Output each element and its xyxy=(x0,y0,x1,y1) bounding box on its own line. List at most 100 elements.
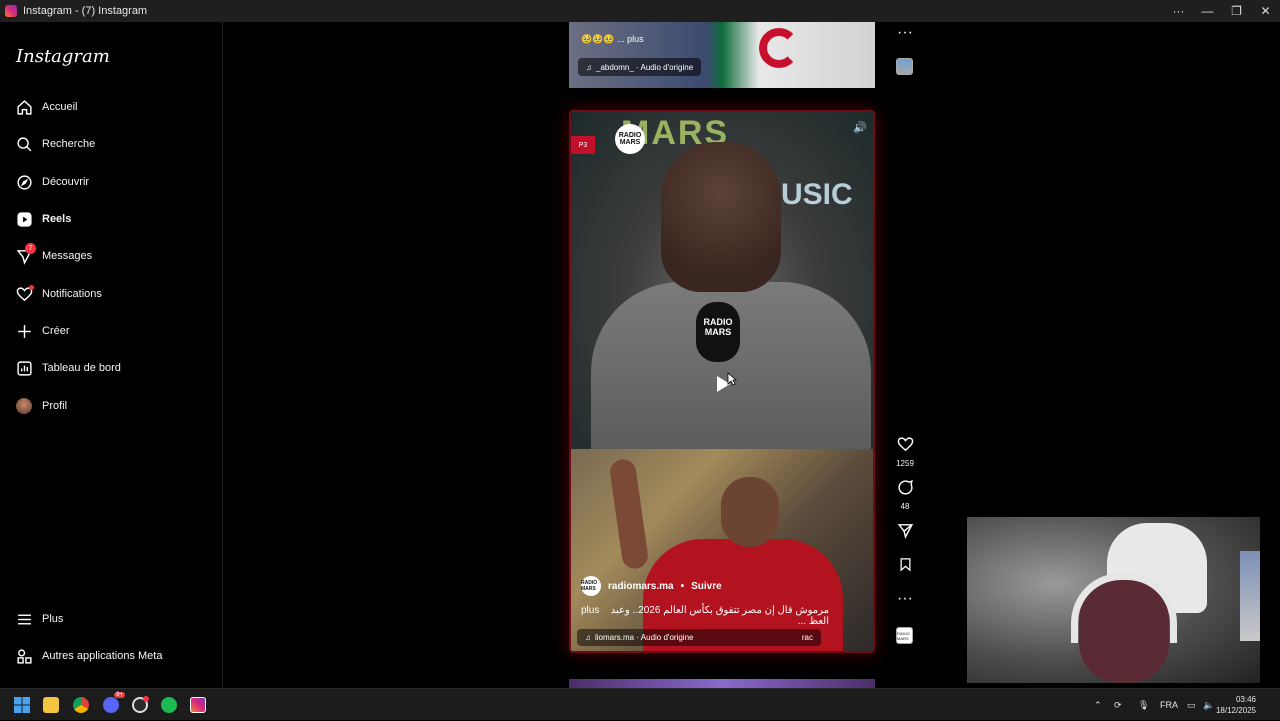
instagram-app-icon xyxy=(5,5,17,17)
reel-caption[interactable]: plus مرموش قال إن مصر تتفوق بكأس العالم … xyxy=(581,605,829,627)
network-icon[interactable]: ▭ xyxy=(1187,689,1196,721)
share-button[interactable] xyxy=(893,522,917,544)
more-icon: ··· xyxy=(897,24,913,41)
volume-icon[interactable]: 🔊 xyxy=(853,121,867,134)
presenter-head xyxy=(661,142,781,292)
avatar xyxy=(15,397,33,415)
mouse-cursor-icon xyxy=(727,372,737,386)
reel-account: RADIO MARS radiomars.ma • Suivre xyxy=(581,576,722,596)
previous-reel-audio-label: _abdomn_ · Audio d'origine xyxy=(596,62,694,72)
sidebar-item-label: Profil xyxy=(42,400,68,412)
sidebar-item-label: Plus xyxy=(42,613,64,625)
sidebar-item-plus[interactable]: Plus xyxy=(15,607,63,631)
sidebar-item-label: Notifications xyxy=(42,288,102,300)
spotify-icon[interactable] xyxy=(161,697,177,713)
instagram-logo[interactable]: Instagram xyxy=(16,46,110,67)
previous-reel[interactable]: 🥹🥹🥹 ... plus ♫ _abdomn_ · Audio d'origin… xyxy=(569,22,875,88)
previous-audio-thumbnail[interactable] xyxy=(896,58,913,75)
sidebar-item-autres-applications-meta[interactable]: Autres applications Meta xyxy=(15,644,162,668)
clock-date: 18/12/2025 xyxy=(1215,706,1256,715)
previous-reel-caption[interactable]: 🥹🥹🥹 ... plus xyxy=(581,34,644,45)
onedrive-sync-icon[interactable]: ⟳ xyxy=(1114,689,1122,721)
reels-icon xyxy=(15,210,33,228)
like-count: 1259 xyxy=(896,459,914,468)
instagram-taskbar-icon[interactable] xyxy=(190,697,206,713)
restore-button[interactable]: ❐ xyxy=(1222,4,1251,18)
window-title: Instagram - (7) Instagram xyxy=(23,5,148,17)
account-avatar[interactable]: RADIO MARS xyxy=(581,576,601,596)
dashboard-icon xyxy=(15,359,33,377)
reel-video-top[interactable]: MARS USIC RADIO MARS P3 RADIO MARS 🔊 xyxy=(571,112,873,449)
windows-start-icon[interactable] xyxy=(14,697,30,713)
flag-crescent xyxy=(759,28,799,68)
minimize-button[interactable]: — xyxy=(1193,4,1222,18)
reel-more-button[interactable]: ··· xyxy=(893,590,917,608)
reel-audio-thumbnail[interactable]: RADIO MARS xyxy=(896,627,913,644)
sidebar-item-profil[interactable]: Profil xyxy=(15,394,67,418)
separator-dot: • xyxy=(680,580,685,592)
reel-audio[interactable]: ♫ liomars.ma · Audio d'origine rac xyxy=(577,629,821,646)
sidebar-item-messages[interactable]: 7 Messages xyxy=(15,243,93,268)
sidebar-item-reels[interactable]: Reels xyxy=(15,207,71,231)
language-indicator[interactable]: FRA xyxy=(1160,689,1178,721)
title-bar: Instagram - (7) Instagram ··· — ❐ ✕ xyxy=(0,0,1280,22)
sidebar-item-notifications[interactable]: Notifications xyxy=(15,282,102,306)
obs-icon[interactable] xyxy=(132,696,149,713)
tray-chevron-icon[interactable]: ⌃ xyxy=(1094,689,1102,721)
caption-more[interactable]: plus xyxy=(581,605,599,627)
wall-poster xyxy=(1240,551,1260,641)
music-note-icon: ♫ xyxy=(586,62,592,72)
sidebar-item-label: Accueil xyxy=(42,101,78,113)
music-note-icon: ♫ xyxy=(585,633,591,642)
current-reel[interactable]: MARS USIC RADIO MARS P3 RADIO MARS 🔊 RAD… xyxy=(569,110,875,653)
player-arm xyxy=(608,457,650,571)
channel-tag: P3 xyxy=(571,136,595,154)
heart-icon xyxy=(897,437,913,452)
clock-time: 03:46 xyxy=(1235,695,1256,704)
sidebar-item-creer[interactable]: Créer xyxy=(15,319,70,343)
like-button[interactable]: 1259 xyxy=(893,436,917,468)
reel-video-bottom[interactable]: RADIO MARS radiomars.ma • Suivre plus مر… xyxy=(571,449,873,651)
comment-button[interactable]: 48 xyxy=(893,479,917,511)
account-name[interactable]: radiomars.ma xyxy=(608,581,674,592)
taskbar-clock[interactable]: 03:46 18/12/2025 xyxy=(1216,694,1256,716)
sidebar-item-label: Reels xyxy=(42,213,72,225)
sidebar-item-label: Autres applications Meta xyxy=(42,650,163,662)
close-button[interactable]: ✕ xyxy=(1251,4,1280,18)
sidebar-item-label: Recherche xyxy=(42,138,96,150)
window-more-button[interactable]: ··· xyxy=(1164,4,1193,18)
messages-badge: 7 xyxy=(25,243,36,254)
share-icon xyxy=(897,524,913,539)
webcam-overlay xyxy=(967,517,1260,683)
file-explorer-icon[interactable] xyxy=(43,697,59,713)
next-reel[interactable] xyxy=(569,679,875,688)
search-icon xyxy=(15,135,33,153)
reel-audio-label: liomars.ma · Audio d'origine xyxy=(595,633,694,642)
sidebar-item-accueil[interactable]: Accueil xyxy=(15,95,77,119)
player-head xyxy=(721,477,779,547)
discord-icon[interactable]: 9+ xyxy=(103,692,125,713)
speaker-icon[interactable]: 🔈 xyxy=(1203,689,1214,721)
taskbar: 9+ ⌃ ⟳ 🎙 FRA ▭ 🔈 03:46 18/12/2025 xyxy=(0,688,1280,720)
microphone-icon[interactable]: 🎙 xyxy=(1138,689,1149,721)
plus-icon xyxy=(15,322,33,340)
follow-button[interactable]: Suivre xyxy=(691,581,722,592)
channel-logo: RADIO MARS xyxy=(615,124,645,154)
sidebar-item-label: Messages xyxy=(42,250,93,262)
sidebar-item-decouvrir[interactable]: Découvrir xyxy=(15,170,89,194)
chrome-icon[interactable] xyxy=(73,697,89,713)
menu-icon xyxy=(15,610,33,628)
previous-more-button[interactable]: ··· xyxy=(893,24,917,42)
compass-icon xyxy=(15,173,33,191)
home-icon xyxy=(15,98,33,116)
save-button[interactable] xyxy=(893,557,917,577)
comment-count: 48 xyxy=(900,502,910,511)
sidebar-item-recherche[interactable]: Recherche xyxy=(15,132,95,156)
previous-reel-audio[interactable]: ♫ _abdomn_ · Audio d'origine xyxy=(578,58,702,76)
sidebar-item-tableau-de-bord[interactable]: Tableau de bord xyxy=(15,356,121,380)
comment-icon xyxy=(897,480,913,495)
microphone-logo: RADIO MARS xyxy=(703,317,733,337)
sidebar-item-label: Découvrir xyxy=(42,176,90,188)
sidebar-item-label: Créer xyxy=(42,325,70,337)
sidebar: Instagram Accueil Recherche Découvrir Re… xyxy=(0,22,223,688)
